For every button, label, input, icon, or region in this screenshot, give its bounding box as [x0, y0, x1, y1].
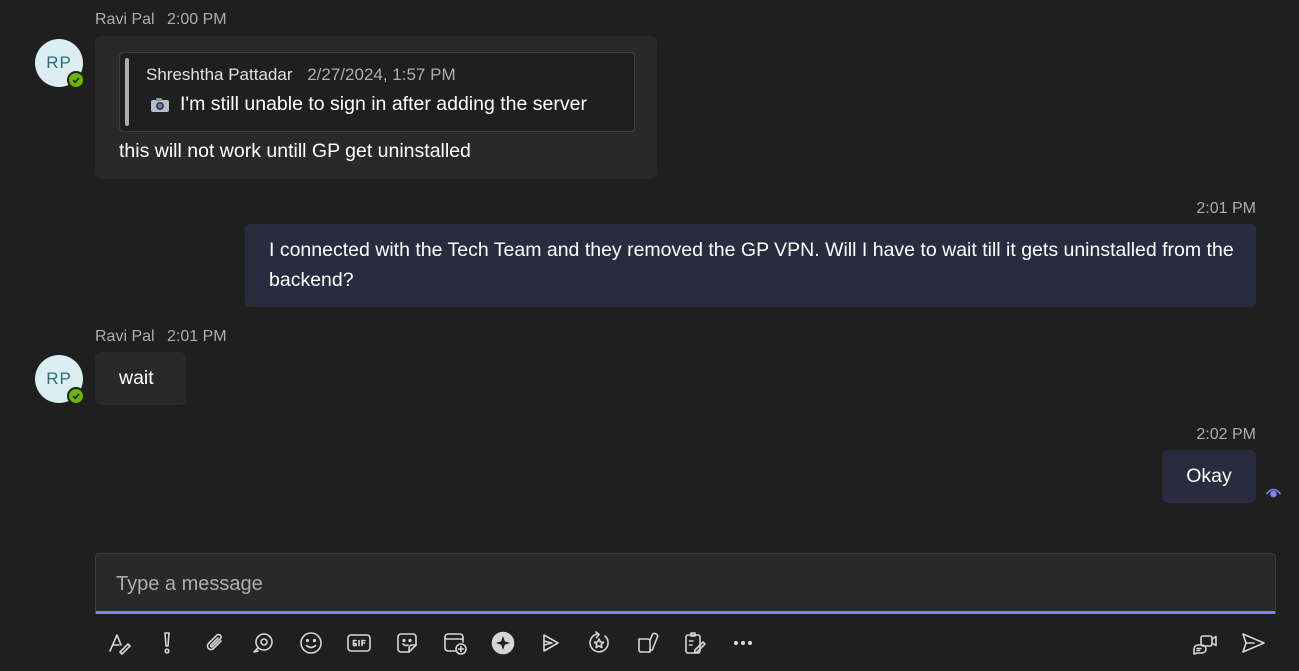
format-icon[interactable] [104, 628, 134, 658]
quote-author: Shreshtha Pattadar [146, 65, 293, 84]
forms-icon[interactable] [680, 628, 710, 658]
emoji-icon[interactable] [296, 628, 326, 658]
apps-icon[interactable] [632, 628, 662, 658]
send-icon[interactable] [1238, 628, 1268, 658]
message-header: Ravi Pal 2:00 PM [95, 11, 227, 29]
message-bubble[interactable]: Shreshtha Pattadar 2/27/2024, 1:57 PM I'… [95, 36, 657, 179]
loop-icon[interactable] [248, 628, 278, 658]
message-bubble[interactable]: wait [95, 352, 186, 405]
stream-icon[interactable] [536, 628, 566, 658]
quoted-message[interactable]: Shreshtha Pattadar 2/27/2024, 1:57 PM I'… [119, 52, 635, 132]
message-time: 2:01 PM [1196, 200, 1256, 217]
sender-name: Ravi Pal [95, 11, 155, 28]
message-bubble[interactable]: Okay [1162, 450, 1256, 503]
message-composer[interactable] [95, 553, 1276, 614]
presence-available-icon [67, 71, 85, 89]
avatar-initials: RP [46, 369, 72, 388]
quote-text: I'm still unable to sign in after adding… [180, 93, 587, 115]
important-icon[interactable] [152, 628, 182, 658]
schedule-meeting-icon[interactable] [440, 628, 470, 658]
message-input[interactable] [114, 554, 1258, 614]
avatar[interactable]: RP [35, 355, 85, 405]
more-options-icon[interactable] [728, 628, 758, 658]
message-text: I connected with the Tech Team and they … [269, 239, 1234, 291]
avatar[interactable]: RP [35, 39, 85, 89]
presence-available-icon [67, 387, 85, 405]
message-time: 2:02 PM [1196, 426, 1256, 443]
message-text: this will not work untill GP get uninsta… [119, 140, 471, 162]
sticker-icon[interactable] [392, 628, 422, 658]
attach-icon[interactable] [200, 628, 230, 658]
message-header: Ravi Pal 2:01 PM [95, 328, 227, 346]
message-text: Okay [1186, 465, 1232, 487]
copilot-icon[interactable] [488, 628, 518, 658]
seen-icon [1265, 488, 1282, 498]
quote-date: 2/27/2024, 1:57 PM [307, 65, 456, 84]
quote-bar [125, 58, 129, 126]
camera-icon [151, 97, 169, 112]
message-time: 2:00 PM [167, 11, 227, 28]
praise-icon[interactable] [584, 628, 614, 658]
message-bubble[interactable]: I connected with the Tech Team and they … [245, 224, 1256, 307]
sender-name: Ravi Pal [95, 328, 155, 345]
gif-icon[interactable] [344, 628, 374, 658]
message-text: wait [119, 367, 154, 389]
meet-now-icon[interactable] [1190, 628, 1220, 658]
quote-header: Shreshtha Pattadar 2/27/2024, 1:57 PM [146, 65, 456, 85]
message-time: 2:01 PM [167, 328, 227, 345]
avatar-initials: RP [46, 53, 72, 72]
quote-text-row: I'm still unable to sign in after adding… [150, 93, 587, 116]
